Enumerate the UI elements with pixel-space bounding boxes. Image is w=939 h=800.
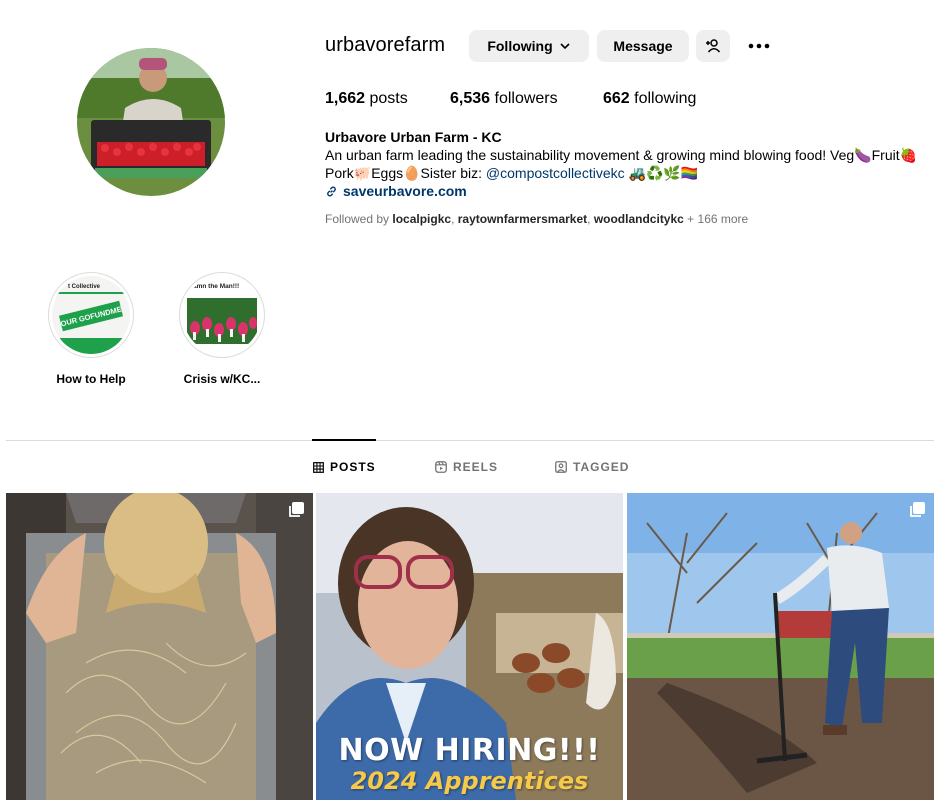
tab-label: REELS [453,460,499,474]
post-thumbnail[interactable]: NOW HIRING!!! 2024 Apprentices [316,493,623,800]
profile-display-name: Urbavore Urban Farm - KC [325,129,502,145]
followed-by[interactable]: Followed by localpigkc, raytownfarmersma… [325,212,748,226]
tagged-icon [555,461,567,473]
following-link[interactable]: 662 following [603,90,696,108]
posts-count: 1,662 posts [325,90,408,107]
followers-link[interactable]: 6,536 followers [450,90,558,108]
highlight-label: How to Help [56,372,126,386]
carousel-icon [289,502,304,517]
bio-line-2: Pork🐖Eggs🥚Sister biz: @compostcollective… [325,165,699,181]
carousel-icon [910,502,925,517]
active-tab-indicator [312,439,376,441]
following-button[interactable]: Following [469,30,589,62]
website-link-text: saveurbavore.com [343,183,467,199]
tab-label: POSTS [330,460,376,474]
highlight-cover: t Collective OUR GOFUNDME [48,272,134,358]
suggested-users-button[interactable] [696,30,730,62]
reels-icon [435,461,447,473]
followed-by-account[interactable]: woodlandcitykc [594,212,684,226]
post-thumbnail[interactable] [627,493,934,800]
compost-collective-mention-link[interactable]: @compostcollectivekc [486,165,625,181]
highlight-cover: amn the Man!!! [179,272,265,358]
tab-posts[interactable]: POSTS [313,460,376,474]
highlight-crisis[interactable]: amn the Man!!! Crisis w/KC... [172,272,272,386]
website-link[interactable]: saveurbavore.com [325,182,935,200]
following-button-label: Following [487,38,553,54]
profile-bio: Urbavore Urban Farm - KC An urban farm l… [325,128,935,200]
grid-icon [313,461,324,473]
profile-avatar[interactable] [77,48,225,196]
message-button[interactable]: Message [597,30,689,62]
highlight-art-text: t Collective [68,284,101,290]
tab-label: TAGGED [573,460,630,474]
link-icon [327,186,336,196]
followed-by-account[interactable]: localpigkc [392,212,451,226]
post-overlay-title: NOW HIRING!!! [338,733,601,768]
tab-reels[interactable]: REELS [435,460,498,474]
post-thumbnail[interactable] [6,493,313,800]
highlight-art-text: amn the Man!!! [193,283,239,290]
more-options-icon[interactable] [745,36,773,56]
tab-tagged[interactable]: TAGGED [555,460,629,474]
highlight-how-to-help[interactable]: t Collective OUR GOFUNDME How to Help [41,272,141,386]
post-overlay-subtitle: 2024 Apprentices [350,767,589,795]
profile-username: urbavorefarm [325,34,446,56]
chevron-down-icon [560,43,570,50]
followed-by-account[interactable]: raytownfarmersmarket [458,212,587,226]
add-user-icon [706,39,721,53]
highlight-label: Crisis w/KC... [183,372,261,386]
bio-line-1: An urban farm leading the sustainability… [325,147,918,163]
tabs-divider [6,440,934,441]
message-button-label: Message [613,38,673,54]
